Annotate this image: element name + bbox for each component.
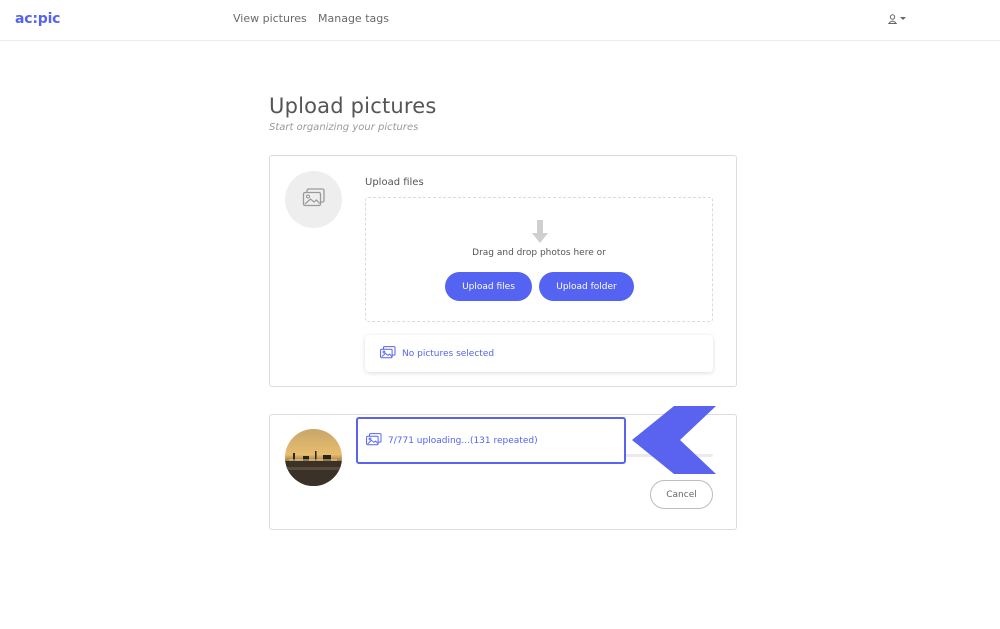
user-menu[interactable]: [888, 11, 912, 27]
upload-thumbnail: [285, 429, 342, 486]
page-subtitle: Start organizing your pictures: [269, 122, 419, 133]
nav-link-manage-tags[interactable]: Manage tags: [318, 12, 389, 25]
cancel-button[interactable]: Cancel: [650, 480, 713, 509]
upload-files-button[interactable]: Upload files: [445, 272, 532, 301]
selection-text: No pictures selected: [402, 348, 495, 359]
upload-files-label: Upload files: [365, 177, 424, 188]
user-icon: [888, 14, 897, 24]
upload-card: Upload files Drag and drop photos here o…: [269, 155, 737, 387]
selection-status: No pictures selected: [365, 335, 713, 372]
upload-status: 7/771 uploading...(131 repeated): [356, 417, 626, 464]
app-logo[interactable]: ac:pic: [15, 11, 60, 27]
nav-link-view-pictures[interactable]: View pictures: [233, 12, 307, 25]
chevron-down-icon: [900, 16, 906, 20]
upload-folder-button[interactable]: Upload folder: [539, 272, 634, 301]
arrow-down-icon: [532, 220, 548, 248]
drop-instructions: Drag and drop photos here or: [472, 248, 606, 258]
page-title: Upload pictures: [269, 94, 437, 118]
navbar: ac:pic View pictures Manage tags: [0, 0, 1000, 41]
image-icon: [302, 187, 326, 212]
drop-zone[interactable]: Drag and drop photos here or Upload file…: [365, 197, 713, 322]
pointer-arrow-icon: [632, 405, 716, 479]
image-icon: [380, 344, 396, 363]
image-icon: [366, 431, 382, 450]
upload-status-text: 7/771 uploading...(131 repeated): [388, 435, 538, 446]
picture-placeholder: [285, 171, 342, 228]
